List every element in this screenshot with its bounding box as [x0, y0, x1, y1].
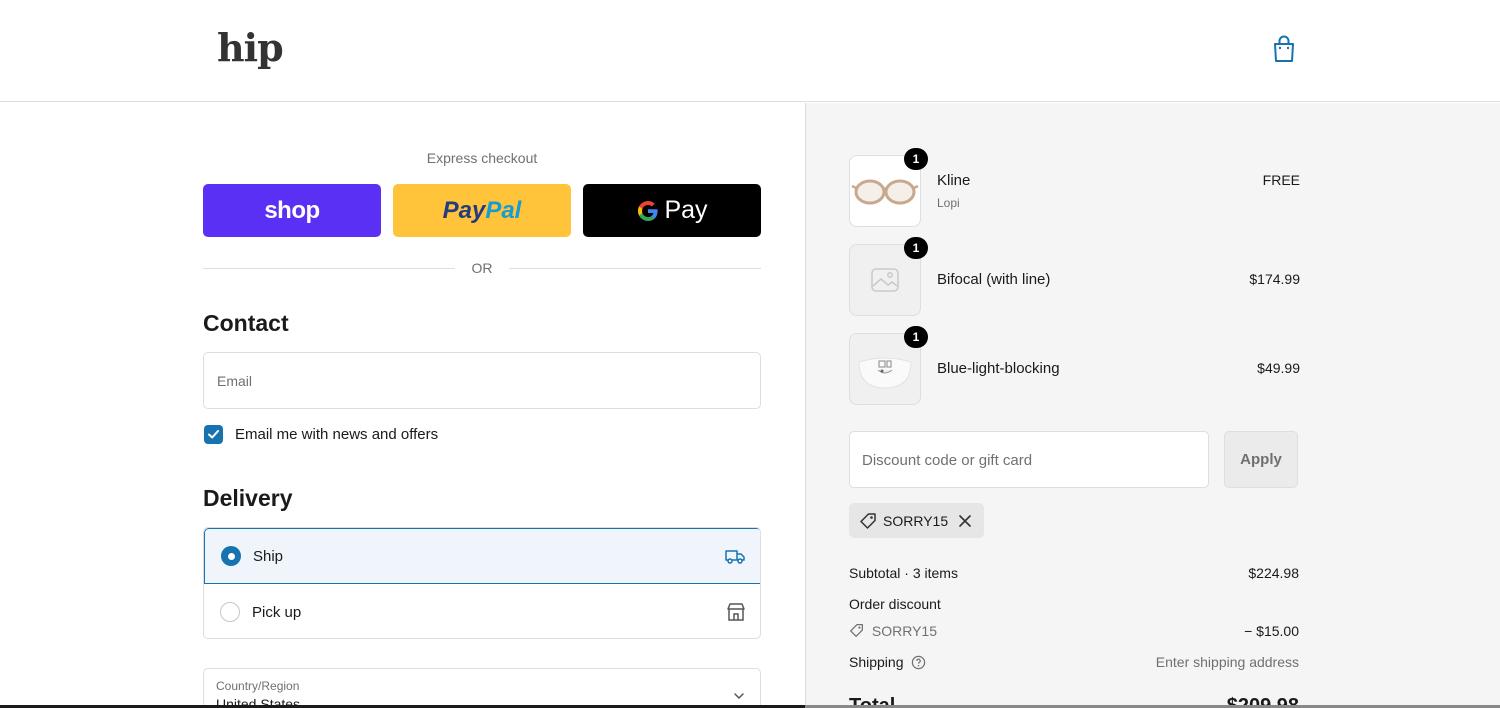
discount-code-input[interactable]: Discount code or gift card: [849, 431, 1209, 488]
google-g-icon: [638, 200, 659, 221]
paypal-label-pay: Pay: [442, 196, 486, 224]
remove-discount-icon[interactable]: [958, 514, 972, 528]
newsletter-checkbox[interactable]: [204, 425, 223, 444]
newsletter-label: Email me with news and offers: [235, 426, 439, 443]
ship-label: Ship: [253, 547, 284, 565]
paypal-button[interactable]: Pay Pal: [393, 184, 571, 237]
help-circle-icon[interactable]: [911, 655, 926, 670]
delivery-option-ship[interactable]: Ship: [204, 528, 760, 584]
discount-placeholder: Discount code or gift card: [862, 452, 1033, 469]
google-pay-label: Pay: [664, 196, 708, 224]
item-name: Kline: [937, 172, 971, 189]
shipping-value: Enter shipping address: [1155, 654, 1299, 670]
country-label: Country/Region: [216, 679, 300, 693]
delivery-title: Delivery: [203, 485, 293, 511]
shipping-row: Shipping Enter shipping address: [849, 654, 1299, 670]
paypal-label-pal: Pal: [485, 196, 522, 224]
subtotal-row: Subtotal · 3 items $224.98: [849, 565, 1299, 581]
apply-discount-button[interactable]: Apply: [1224, 431, 1298, 488]
subtotal-value: $224.98: [1248, 565, 1299, 581]
checkout-form: Express checkout shop Pay Pal Pay OR Cont…: [0, 103, 805, 708]
shipping-label: Shipping: [849, 654, 904, 670]
shop-pay-label: shop: [264, 196, 320, 224]
quantity-badge: 1: [904, 326, 928, 348]
country-select[interactable]: Country/Region United States: [203, 668, 761, 708]
item-variant: Lopi: [937, 196, 960, 210]
discount-code-row: SORRY15 − $15.00: [849, 623, 1299, 639]
or-divider: OR: [203, 259, 761, 277]
delivery-options: Ship Pick up: [203, 527, 761, 639]
applied-discount-tag: SORRY15: [849, 503, 984, 538]
tag-icon: [850, 624, 863, 637]
newsletter-checkbox-row[interactable]: Email me with news and offers: [204, 425, 438, 444]
truck-icon: [725, 550, 745, 564]
google-pay-button[interactable]: Pay: [583, 184, 761, 237]
shopping-bag-icon[interactable]: [1270, 34, 1298, 64]
site-header: hip: [0, 0, 1500, 102]
email-placeholder: Email: [217, 373, 253, 389]
subtotal-label: Subtotal · 3 items: [849, 565, 958, 581]
order-summary: 1 Kline Lopi FREE 1 Bifocal (with line) …: [805, 103, 1500, 708]
line-item: 1 Bifocal (with line) $174.99: [849, 237, 1300, 316]
applied-code-label: SORRY15: [883, 512, 949, 529]
email-field[interactable]: Email: [203, 352, 761, 409]
image-placeholder-icon: [871, 268, 899, 292]
store-logo[interactable]: hip: [217, 25, 284, 70]
ship-radio[interactable]: [221, 546, 241, 566]
quantity-badge: 1: [904, 237, 928, 259]
discount-code-label: SORRY15: [871, 623, 937, 639]
shop-pay-button[interactable]: shop: [203, 184, 381, 237]
item-name: Blue-light-blocking: [937, 360, 1060, 377]
store-icon: [727, 603, 745, 621]
item-price: FREE: [1262, 172, 1300, 188]
chevron-down-icon: [734, 693, 744, 700]
discount-value: − $15.00: [1244, 623, 1299, 639]
item-price: $174.99: [1249, 271, 1300, 287]
tag-icon: [860, 512, 876, 529]
item-name: Bifocal (with line): [937, 271, 1051, 288]
line-item: 1 Kline Lopi FREE: [849, 148, 1300, 227]
order-discount-row: Order discount: [849, 596, 1299, 612]
pickup-label: Pick up: [252, 603, 302, 621]
pickup-radio[interactable]: [220, 602, 240, 622]
contact-title: Contact: [203, 310, 289, 336]
line-item: 1 Blue-light-blocking $49.99: [849, 326, 1300, 405]
order-discount-label: Order discount: [849, 596, 941, 612]
delivery-option-pickup[interactable]: Pick up: [204, 584, 760, 638]
checkmark-icon: [208, 430, 219, 439]
quantity-badge: 1: [904, 148, 928, 170]
express-checkout-title: Express checkout: [426, 150, 538, 166]
item-price: $49.99: [1257, 360, 1300, 376]
